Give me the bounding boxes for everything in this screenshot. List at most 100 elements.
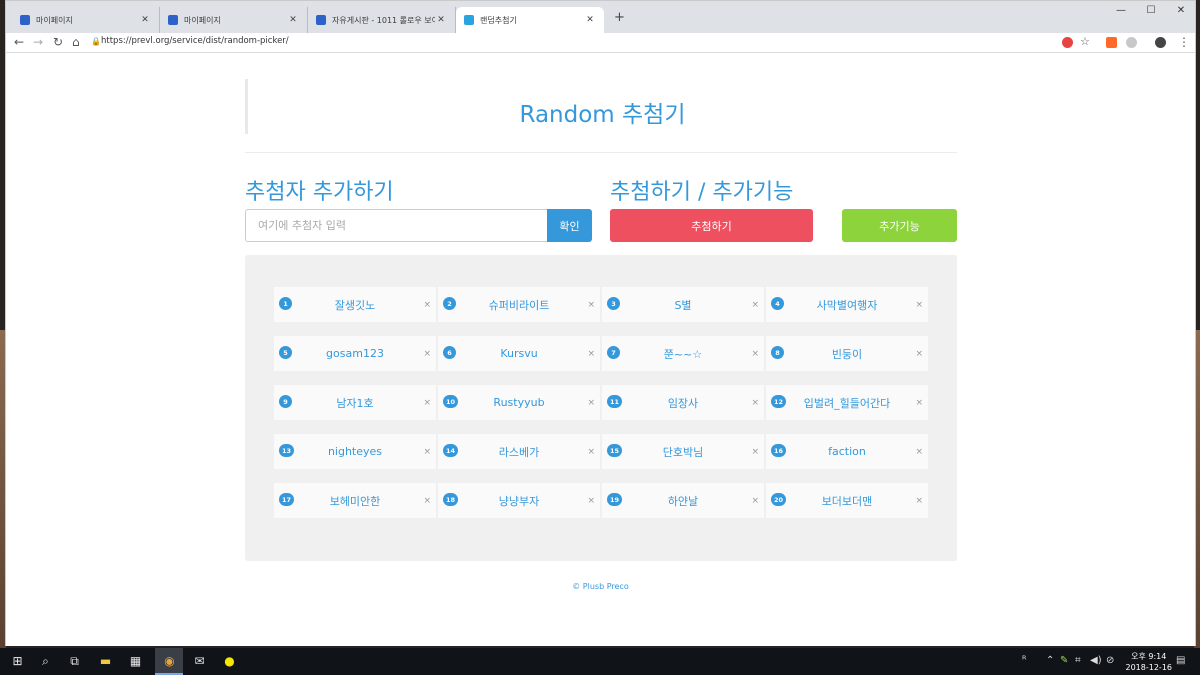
delete-icon[interactable]: × [751,447,759,457]
draw-heading: 추첨하기 / 추가기능 [610,180,794,205]
divider [245,152,957,153]
draw-button[interactable]: 추첨하기 [610,209,813,242]
delete-icon[interactable]: × [751,398,759,408]
minimize-icon[interactable]: — [1106,5,1136,16]
delete-icon[interactable]: × [587,398,595,408]
delete-icon[interactable]: × [751,349,759,359]
delete-icon[interactable]: × [423,349,431,359]
browser-tab[interactable]: 마이페이지 ✕ [12,7,160,33]
site-favicon-icon [168,15,178,25]
entry-name: 남자1호 [336,396,374,410]
entrant-grid: 1 잘생깃노 × 2 슈퍼비라이트 × 3 S별 × 4 사막별여행자 × 5 gosam123 ×… [274,287,928,518]
list-item: 5 gosam123 × [274,336,436,371]
list-item: 1 잘생깃노 × [274,287,436,322]
maximize-icon[interactable]: ☐ [1136,5,1166,16]
entry-name: S별 [674,298,692,312]
list-item: 15 단호박님 × [602,434,764,469]
delete-icon[interactable]: × [751,300,759,310]
delete-icon[interactable]: × [751,496,759,506]
close-icon[interactable]: ✕ [139,15,151,25]
back-icon[interactable]: ← [14,35,24,49]
title-block: Random 추첨기 [245,79,957,134]
entry-name: 쭌~~☆ [663,347,703,361]
extension-icon[interactable] [1106,37,1117,48]
blocked-icon[interactable]: ⊘ [1106,655,1114,666]
tab-strip: 마이페이지 ✕ 마이페이지 ✕ 자유게시판 - 1011 롤로우 보이 ✕ 랜덤… [6,1,1195,33]
entry-name: 라스베가 [498,445,540,459]
network-icon[interactable]: ⌗ [1075,655,1081,666]
site-favicon-icon [464,15,474,25]
volume-icon[interactable]: ◀) [1090,655,1102,666]
search-icon[interactable]: ⌕ [38,654,53,669]
close-icon[interactable]: ✕ [287,15,299,25]
list-item: 16 faction × [766,434,928,469]
delete-icon[interactable]: × [915,398,923,408]
reload-icon[interactable]: ↻ [53,35,63,49]
close-icon[interactable]: ✕ [435,15,447,25]
entry-number-badge: 12 [771,395,787,408]
bookmark-star-icon[interactable]: ☆ [1080,35,1090,48]
task-view-icon[interactable]: ⧉ [67,654,82,669]
close-window-icon[interactable]: ✕ [1166,5,1196,16]
entrant-list-panel: 1 잘생깃노 × 2 슈퍼비라이트 × 3 S별 × 4 사막별여행자 × 5 gosam123 ×… [245,255,957,561]
browser-tab[interactable]: 마이페이지 ✕ [160,7,308,33]
chrome-icon[interactable]: ◉ [162,654,177,669]
entry-name: faction [828,445,866,458]
entry-number-badge: 1 [279,297,292,310]
browser-tab[interactable]: 자유게시판 - 1011 롤로우 보이 ✕ [308,7,456,33]
new-tab-icon[interactable]: + [614,10,625,25]
entry-number-badge: 19 [607,493,623,506]
people-icon[interactable]: ᴿ [1022,655,1026,666]
entry-number-badge: 8 [771,346,784,359]
tab-title: 랜덤추첨기 [480,15,517,25]
page-title: Random 추첨기 [519,102,686,128]
entry-number-badge: 9 [279,395,292,408]
delete-icon[interactable]: × [423,447,431,457]
list-item: 3 S별 × [602,287,764,322]
extension-icon[interactable] [1062,37,1073,48]
pen-icon[interactable]: ✎ [1060,655,1068,666]
extension-icon[interactable] [1126,37,1137,48]
close-icon[interactable]: ✕ [584,15,596,25]
chevron-up-icon[interactable]: ⌃ [1046,655,1054,666]
delete-icon[interactable]: × [423,300,431,310]
notification-icon[interactable]: ▤ [1176,655,1185,666]
delete-icon[interactable]: × [423,496,431,506]
entry-name: 임장사 [667,396,699,410]
delete-icon[interactable]: × [915,447,923,457]
url-field[interactable]: https://prevl.org/service/dist/random-pi… [101,36,289,46]
browser-tab-active[interactable]: 랜덤추첨기 ✕ [456,7,604,33]
entry-name: 잘생깃노 [334,298,376,312]
mail-icon[interactable]: ✉ [192,654,207,669]
delete-icon[interactable]: × [587,496,595,506]
delete-icon[interactable]: × [587,300,595,310]
file-explorer-icon[interactable]: ▬ [98,654,113,669]
extra-features-button[interactable]: 추가기능 [842,209,957,242]
windows-start-icon[interactable]: ⊞ [10,654,25,669]
entry-number-badge: 18 [443,493,459,506]
store-icon[interactable]: ▦ [128,654,143,669]
delete-icon[interactable]: × [915,496,923,506]
kakaotalk-icon[interactable]: ● [222,654,237,669]
clock-time: 오후 9:14 [1131,652,1167,661]
list-item: 13 nighteyes × [274,434,436,469]
delete-icon[interactable]: × [915,300,923,310]
list-item: 12 입벌려_힐들어간다 × [766,385,928,420]
delete-icon[interactable]: × [587,447,595,457]
entry-number-badge: 11 [607,395,623,408]
entrant-input[interactable] [246,210,547,241]
avatar[interactable] [1155,37,1166,48]
delete-icon[interactable]: × [423,398,431,408]
home-icon[interactable]: ⌂ [72,35,80,49]
menu-icon[interactable]: ⋮ [1178,35,1190,49]
list-item: 9 남자1호 × [274,385,436,420]
confirm-button[interactable]: 확인 [547,209,592,242]
entry-number-badge: 4 [771,297,784,310]
entry-number-badge: 3 [607,297,620,310]
forward-icon[interactable]: → [33,35,43,49]
system-clock[interactable]: 오후 9:14 2018-12-16 [1126,651,1173,673]
delete-icon[interactable]: × [587,349,595,359]
entry-number-badge: 10 [443,395,459,408]
delete-icon[interactable]: × [915,349,923,359]
tab-title: 자유게시판 - 1011 롤로우 보이 [332,15,435,25]
